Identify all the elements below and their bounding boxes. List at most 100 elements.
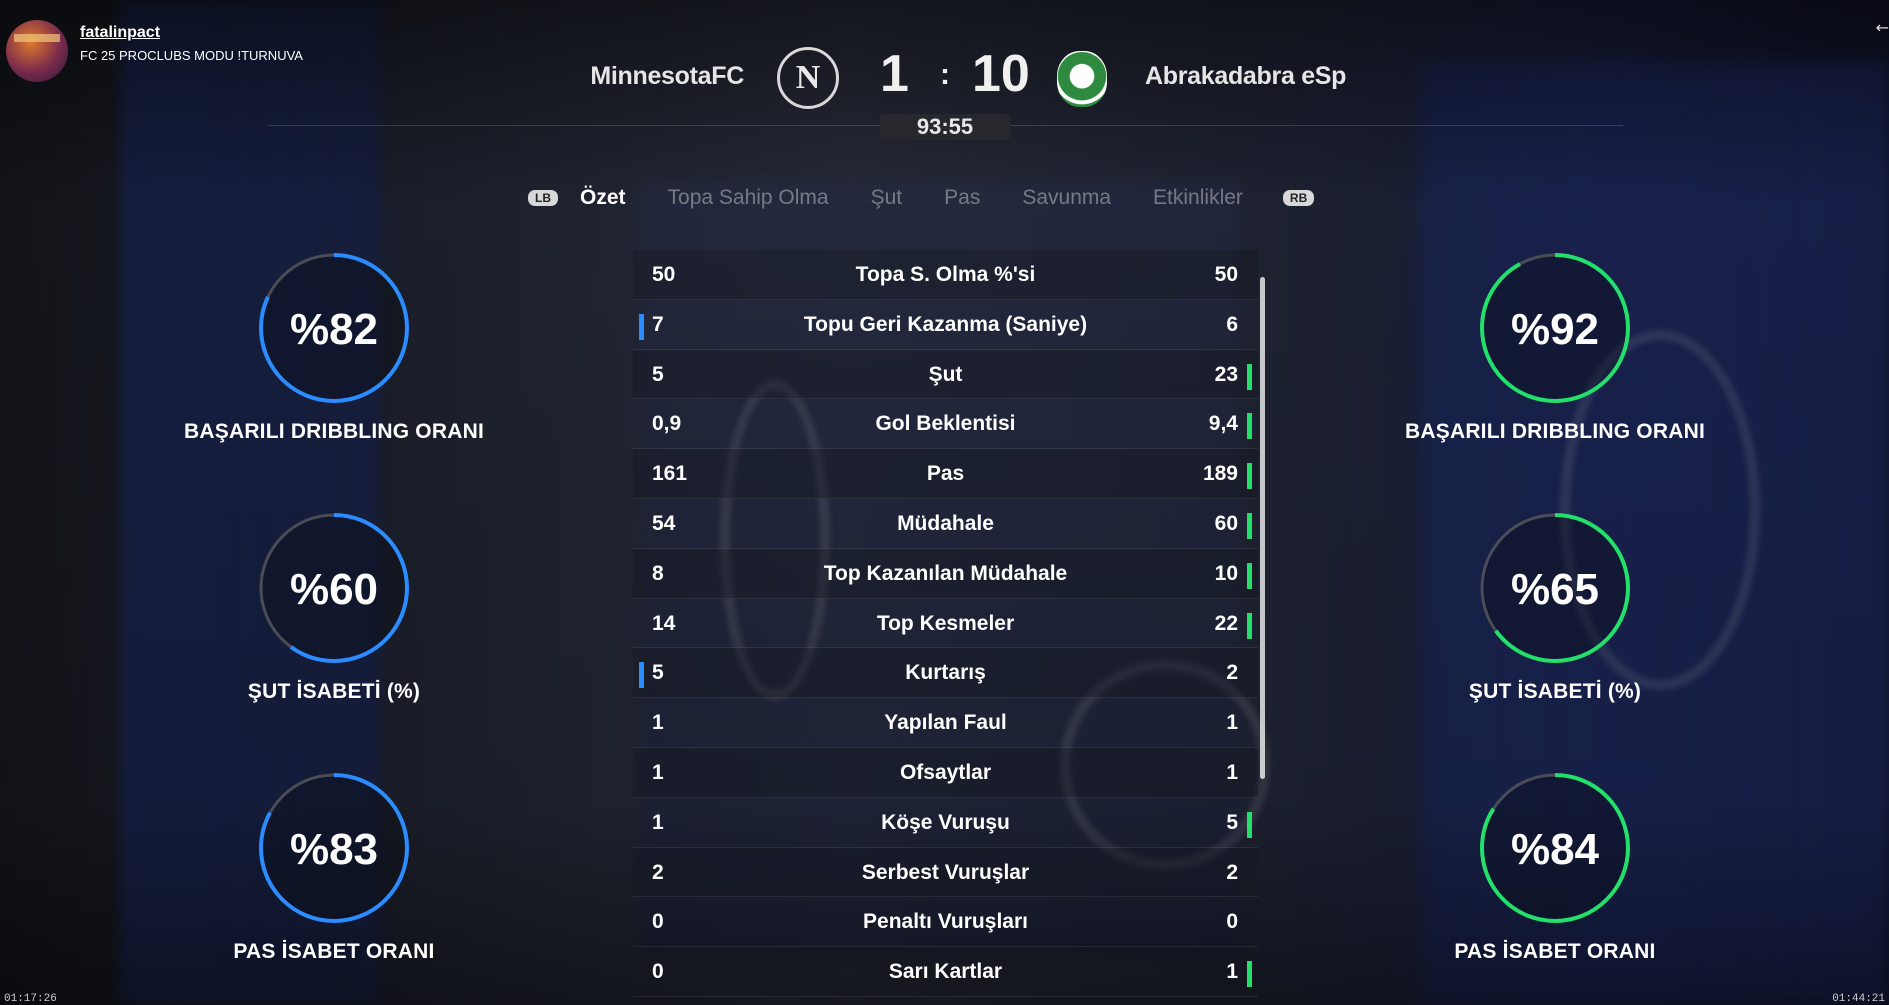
stat-label: Ofsaytlar (899, 760, 992, 784)
ring-percent-text: %92 (1511, 305, 1599, 354)
away-lead-bar (1247, 463, 1252, 490)
ring-label: ŞUT İSABETİ (%) (247, 680, 421, 703)
ring-label: PAS İSABET ORANI (1454, 940, 1656, 963)
ring-label: ŞUT İSABETİ (%) (1468, 680, 1642, 703)
away-lead-bar (1247, 413, 1252, 440)
home-team-badge-icon: N (777, 47, 839, 109)
stat-row: 0 Penaltı Vuruşları 0 (633, 897, 1258, 948)
match-clock: 93:55 (880, 114, 1010, 140)
stat-label: Topa S. Olma %'si (855, 263, 1036, 286)
progress-ring: %82 (259, 253, 409, 403)
timestamp-left: 01:17:26 (4, 993, 57, 1005)
stat-away-value: 1 (1226, 760, 1238, 784)
ring-label: PAS İSABET ORANI (233, 940, 435, 963)
tab-pas[interactable]: Pas (944, 186, 980, 210)
stat-row: 1 Ofsaytlar 1 (633, 747, 1258, 798)
tab-savunma[interactable]: Savunma (1022, 186, 1111, 210)
stat-row: 7 Topu Geri Kazanma (Saniye) 6 (633, 300, 1258, 350)
away-lead-bar (1247, 811, 1252, 838)
stat-label: Sarı Kartlar (888, 960, 1003, 984)
channel-info: fatalinpact FC 25 PROCLUBS MODU !TURNUVA (6, 20, 303, 82)
away-ring-shot-accuracy: %65 ŞUT İSABETİ (%) (1385, 510, 1725, 704)
stat-label: Pas (926, 462, 965, 486)
stat-label: Topu Geri Kazanma (Saniye) (803, 312, 1088, 336)
stat-away-value: 9,4 (1208, 412, 1238, 436)
stat-away-value: 22 (1214, 611, 1238, 635)
stat-away-value: 10 (1214, 561, 1238, 585)
lb-button-icon[interactable]: LB (528, 190, 558, 206)
away-lead-bar (1247, 512, 1252, 539)
stat-away-value: 2 (1226, 860, 1238, 884)
stream-title: FC 25 PROCLUBS MODU !TURNUVA (80, 48, 303, 63)
away-team-name: Abrakadabra eSp (1145, 62, 1347, 90)
tab-topa-sahip-olma[interactable]: Topa Sahip Olma (668, 186, 829, 210)
progress-ring: %83 (259, 773, 409, 923)
stat-row: 161 Pas 189 (633, 449, 1258, 499)
ring-percent-text: %83 (290, 825, 378, 874)
stat-away-value: 189 (1202, 462, 1238, 486)
progress-ring: %92 (1480, 253, 1630, 403)
stat-label: Top Kazanılan Müdahale (823, 561, 1068, 585)
stat-label: Penaltı Vuruşları (863, 910, 1028, 934)
home-ring-pass-accuracy: %83 PAS İSABET ORANI (164, 770, 504, 964)
stat-row: 0 Sarı Kartlar 1 (633, 947, 1258, 997)
stat-row: 50 Topa S. Olma %'si 50 (633, 250, 1258, 300)
progress-ring: %65 (1480, 513, 1630, 663)
rb-button-icon[interactable]: RB (1282, 190, 1315, 206)
stat-row: 14 Top Kesmeler 22 (633, 599, 1258, 649)
stat-row: 54 Müdahale 60 (633, 499, 1258, 549)
stat-row: 0,9 Gol Beklentisi 9,4 (633, 399, 1258, 450)
stats-scrollbar[interactable] (1260, 277, 1265, 779)
tab-etkinlikler[interactable]: Etkinlikler (1153, 186, 1243, 210)
stat-row: 5 Kurtarış 2 (633, 648, 1258, 699)
away-lead-bar (1247, 612, 1252, 639)
home-score: 1 (880, 45, 909, 103)
stat-away-value: 1 (1226, 711, 1238, 735)
stat-label: Köşe Vuruşu (881, 810, 1010, 834)
stat-away-value: 2 (1226, 661, 1238, 685)
away-lead-bar (1247, 562, 1252, 589)
away-ring-pass-accuracy: %84 PAS İSABET ORANI (1385, 770, 1725, 964)
stat-label: Müdahale (897, 511, 994, 535)
stat-away-value: 5 (1226, 810, 1238, 834)
tab-sut[interactable]: Şut (871, 186, 903, 210)
stat-away-value: 1 (1226, 960, 1238, 984)
stat-label: Gol Beklentisi (875, 412, 1016, 436)
stat-row: 1 Köşe Vuruşu 5 (633, 798, 1258, 848)
stat-label: Yapılan Faul (884, 711, 1007, 735)
progress-ring: %84 (1480, 773, 1630, 923)
progress-ring: %60 (259, 513, 409, 663)
away-ring-dribbling: %92 BAŞARILI DRIBBLING ORANI (1385, 250, 1725, 444)
channel-name[interactable]: fatalinpact (80, 24, 303, 42)
score-separator: : (940, 58, 950, 91)
home-ring-shot-accuracy: %60 ŞUT İSABETİ (%) (164, 510, 504, 704)
stat-away-value: 6 (1226, 312, 1238, 336)
stat-label: Top Kesmeler (876, 611, 1015, 635)
stat-away-value: 0 (1226, 910, 1238, 934)
away-lead-bar (1247, 363, 1252, 390)
ring-percent-text: %82 (290, 305, 378, 354)
stats-tabs: LB Özet Topa Sahip Olma Şut Pas Savunma … (528, 186, 1315, 210)
stat-row: 5 Şut 23 (633, 349, 1258, 400)
stat-away-value: 23 (1214, 362, 1238, 386)
away-score: 10 (972, 45, 1030, 103)
stat-label: Kurtarış (905, 661, 986, 685)
back-arrow-icon[interactable]: ← (1876, 18, 1889, 37)
stat-row: 8 Top Kazanılan Müdahale 10 (633, 548, 1258, 599)
channel-avatar[interactable] (6, 20, 68, 82)
away-team-badge-icon (1057, 51, 1107, 107)
ring-percent-text: %84 (1511, 825, 1600, 874)
home-badge-letter: N (795, 59, 821, 96)
ring-label: BAŞARILI DRIBBLING ORANI (184, 420, 484, 443)
stats-table: 50 Topa S. Olma %'si 50 7 Topu Geri Kazanma … (633, 250, 1258, 997)
stat-away-value: 50 (1214, 263, 1238, 286)
ring-label: BAŞARILI DRIBBLING ORANI (1405, 420, 1705, 443)
away-lead-bar (1247, 961, 1252, 988)
ring-percent-text: %65 (1511, 565, 1599, 614)
tab-ozet[interactable]: Özet (580, 186, 626, 210)
timestamp-right: 01:44:21 (1832, 993, 1885, 1005)
stat-row: 1 Yapılan Faul 1 (633, 698, 1258, 748)
home-ring-dribbling: %82 BAŞARILI DRIBBLING ORANI (164, 250, 504, 444)
stat-label: Serbest Vuruşlar (861, 860, 1030, 884)
stat-away-value: 60 (1214, 511, 1238, 535)
